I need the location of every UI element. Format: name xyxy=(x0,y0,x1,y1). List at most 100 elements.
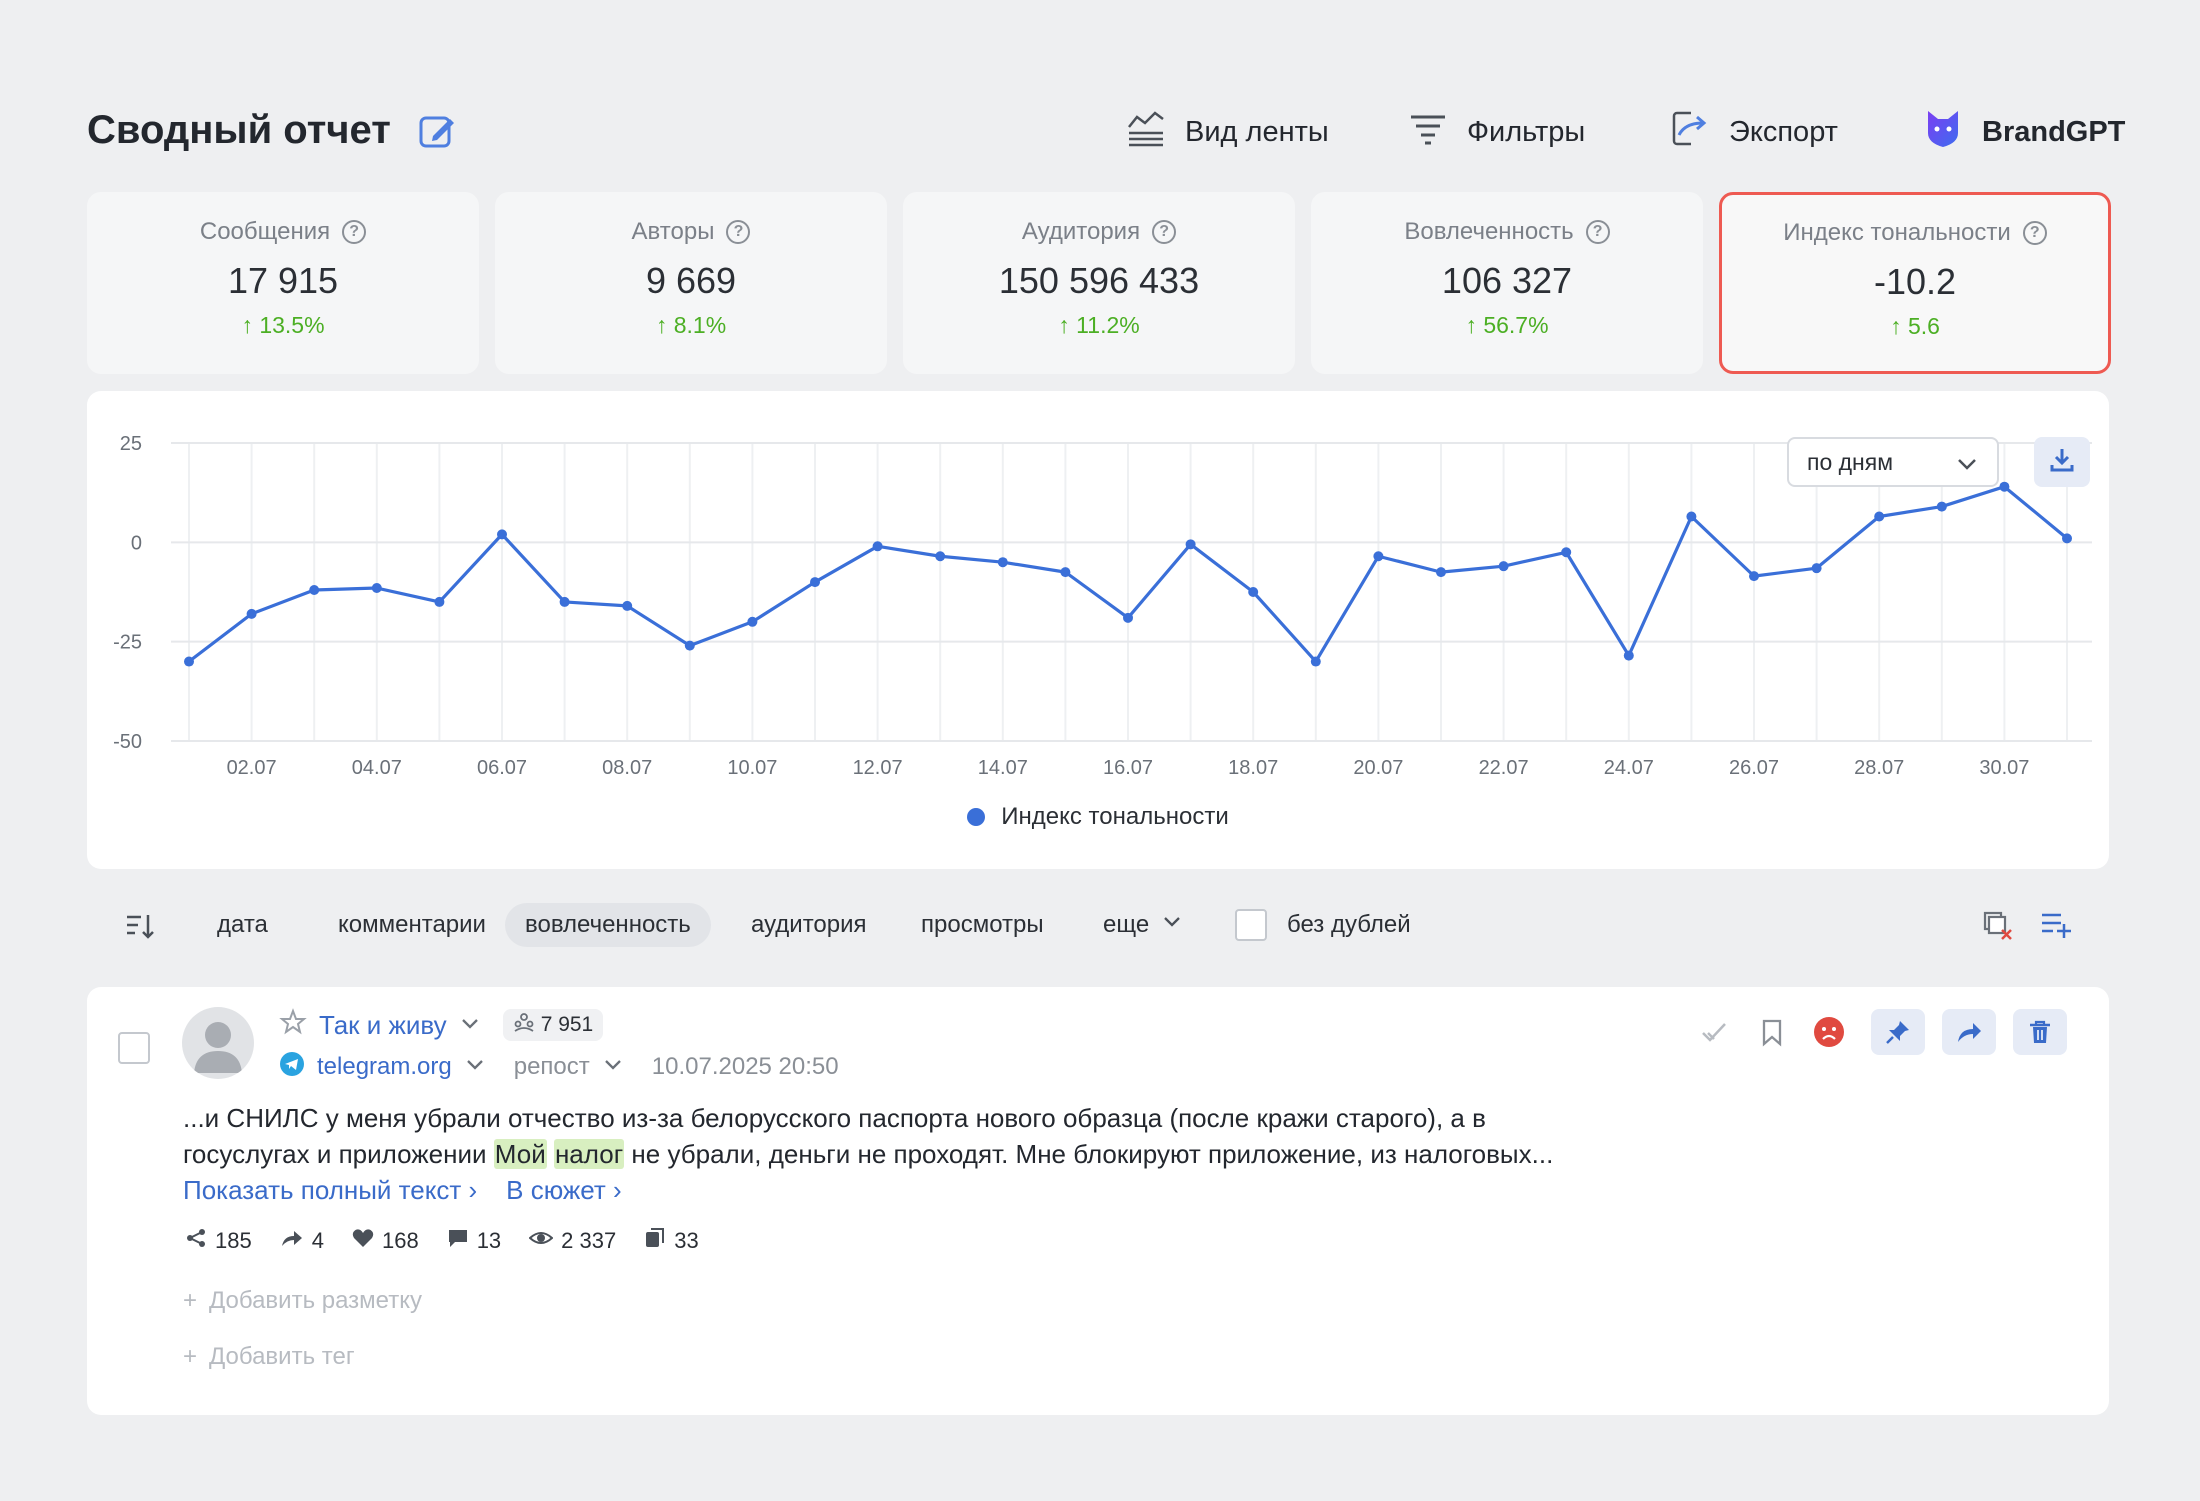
help-icon[interactable]: ? xyxy=(1152,220,1177,244)
source-row: telegram.org репост 10.07.2025 20:50 xyxy=(279,1047,839,1087)
add-markup-label: Добавить разметку xyxy=(209,1287,422,1314)
author-row: Так и живу 7 951 xyxy=(279,1005,604,1045)
stat-label: Авторы xyxy=(631,218,715,245)
no-duplicates-checkbox[interactable] xyxy=(1235,909,1267,941)
metric-value: 4 xyxy=(311,1228,324,1253)
clear-selection-icon[interactable] xyxy=(1980,908,2014,942)
add-tag-button[interactable]: + Добавить тег xyxy=(183,1343,355,1371)
legend-label: Индекс тональности xyxy=(1001,803,1229,830)
x-tick-label: 04.07 xyxy=(352,757,402,779)
data-point xyxy=(935,551,946,562)
x-tick-label: 24.07 xyxy=(1604,757,1654,779)
feed-view-icon xyxy=(1125,107,1167,157)
sort-tab-views[interactable]: просмотры xyxy=(901,903,1064,947)
chevron-down-icon[interactable] xyxy=(464,1053,486,1082)
y-tick-label: 25 xyxy=(120,433,142,455)
sort-tab-engagement[interactable]: вовлеченность xyxy=(505,903,711,947)
post-select-checkbox[interactable] xyxy=(118,1032,150,1064)
data-point xyxy=(1874,511,1885,522)
stat-card-sentiment-index[interactable]: Индекс тональности? -10.2 ↑ 5.6 xyxy=(1719,192,2111,374)
repost-icon xyxy=(185,1227,207,1255)
stat-value: 17 915 xyxy=(227,260,339,301)
data-point xyxy=(559,596,570,607)
post-text: ...и СНИЛС у меня убрали отчество из-за … xyxy=(183,1100,1603,1208)
negative-sentiment-icon[interactable] xyxy=(1802,1009,1856,1055)
filter-icon xyxy=(1407,107,1449,157)
stat-label: Сообщения xyxy=(199,218,331,245)
author-name[interactable]: Так и живу xyxy=(319,1010,447,1041)
sort-tab-date[interactable]: дата xyxy=(197,903,288,947)
stat-label: Аудитория xyxy=(1021,218,1141,245)
x-tick-label: 26.07 xyxy=(1729,757,1779,779)
mark-read-icon[interactable] xyxy=(1687,1009,1741,1055)
x-tick-label: 02.07 xyxy=(227,757,277,779)
show-full-text-link[interactable]: Показать полный текст › xyxy=(183,1175,477,1205)
add-tag-label: Добавить тег xyxy=(209,1343,355,1370)
share-icon[interactable] xyxy=(1942,1009,1996,1055)
post-metrics: 185 4 168 13 2 337 33 xyxy=(185,1227,699,1255)
metric-value: 33 xyxy=(674,1228,699,1253)
metric-value: 185 xyxy=(215,1228,252,1253)
add-to-list-icon[interactable] xyxy=(2039,908,2073,942)
bookmark-icon[interactable] xyxy=(1745,1009,1799,1055)
data-point xyxy=(1123,612,1133,623)
stat-delta: ↑ 13.5% xyxy=(241,312,325,338)
x-tick-label: 28.07 xyxy=(1854,757,1904,779)
y-tick-label: 0 xyxy=(131,532,142,554)
no-duplicates-label: без дублей xyxy=(1287,911,1411,938)
post-text-part: не убрали, деньги не проходят. Мне блоки… xyxy=(624,1139,1554,1169)
brandgpt-label: BrandGPT xyxy=(1982,115,2126,148)
star-icon[interactable] xyxy=(279,1007,307,1043)
data-point xyxy=(1623,650,1634,661)
stat-delta: ↑ 5.6 xyxy=(1890,313,1940,339)
share-arrow-icon xyxy=(280,1227,304,1255)
delete-icon[interactable] xyxy=(2013,1009,2067,1055)
edit-title-icon[interactable] xyxy=(417,110,459,152)
stat-card-audience[interactable]: Аудитория? 150 596 433 ↑ 11.2% xyxy=(903,192,1295,374)
period-select-value: по дням xyxy=(1807,448,1894,475)
help-icon[interactable]: ? xyxy=(2022,221,2047,245)
help-icon[interactable]: ? xyxy=(726,220,751,244)
period-select[interactable]: по дням xyxy=(1787,437,1999,487)
chevron-down-icon[interactable] xyxy=(459,1010,481,1041)
stat-card-engagement[interactable]: Вовлеченность? 106 327 ↑ 56.7% xyxy=(1311,192,1703,374)
brandgpt-button[interactable]: BrandGPT xyxy=(1922,104,2125,160)
data-point xyxy=(371,583,382,594)
x-tick-label: 08.07 xyxy=(602,757,652,779)
x-tick-label: 14.07 xyxy=(978,757,1028,779)
source-name[interactable]: telegram.org xyxy=(317,1053,452,1081)
metric-shares: 4 xyxy=(280,1227,324,1255)
help-icon[interactable]: ? xyxy=(1585,220,1610,244)
download-chart-button[interactable] xyxy=(2034,437,2090,487)
metric-copies: 33 xyxy=(644,1227,699,1255)
data-point xyxy=(684,640,695,651)
chevron-down-icon xyxy=(1161,903,1183,947)
sort-tab-comments[interactable]: комментарии xyxy=(318,903,506,947)
data-point xyxy=(872,541,883,552)
feed-view-button[interactable]: Вид ленты xyxy=(1125,104,1329,160)
sort-order-icon[interactable] xyxy=(123,910,155,942)
stat-delta: ↑ 8.1% xyxy=(655,312,727,338)
filters-button[interactable]: Фильтры xyxy=(1407,104,1585,160)
add-to-story-link[interactable]: В сюжет › xyxy=(506,1175,622,1205)
export-button[interactable]: Экспорт xyxy=(1669,104,1838,160)
post-type[interactable]: репост xyxy=(514,1053,590,1081)
pin-icon[interactable] xyxy=(1871,1009,1925,1055)
plus-icon: + xyxy=(183,1343,198,1370)
x-tick-label: 22.07 xyxy=(1479,757,1529,779)
y-tick-label: -50 xyxy=(113,731,142,753)
add-markup-button[interactable]: + Добавить разметку xyxy=(183,1287,422,1315)
data-point xyxy=(1248,587,1259,597)
header: Сводный отчет Вид ленты Фильтры Экспорт … xyxy=(87,104,2125,160)
chevron-down-icon[interactable] xyxy=(602,1053,624,1082)
stat-delta: ↑ 56.7% xyxy=(1465,312,1549,338)
sort-more-dropdown[interactable]: еще xyxy=(1103,903,1183,947)
eye-icon xyxy=(528,1227,554,1255)
stat-card-authors[interactable]: Авторы? 9 669 ↑ 8.1% xyxy=(495,192,887,374)
help-icon[interactable]: ? xyxy=(342,220,367,244)
stat-card-messages[interactable]: Сообщения? 17 915 ↑ 13.5% xyxy=(87,192,479,374)
sort-tab-audience[interactable]: аудитория xyxy=(731,903,887,947)
copies-icon xyxy=(644,1227,666,1255)
metric-value: 13 xyxy=(476,1228,502,1253)
avatar[interactable] xyxy=(182,1007,254,1079)
